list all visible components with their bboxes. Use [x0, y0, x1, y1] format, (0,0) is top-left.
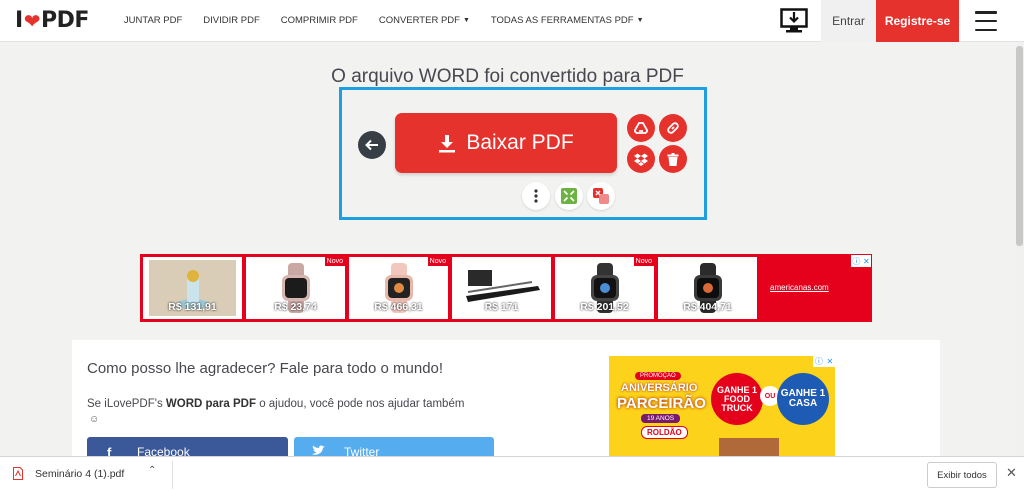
ad-price: R$ 171	[484, 301, 519, 313]
ad-close-icon[interactable]: ✕	[863, 257, 870, 266]
ad-price: R$ 466,31	[374, 301, 423, 313]
ad-choices[interactable]: ⓘ ✕	[851, 255, 871, 267]
ilovepdf-logo[interactable]: I ❤ PDF	[15, 0, 89, 42]
more-vertical-icon	[534, 189, 538, 203]
promo-line-3: PARCEIRÃO	[617, 395, 706, 412]
compress-icon	[561, 188, 577, 204]
nav-todas-ferramentas-label: TODAS AS FERRAMENTAS PDF	[490, 15, 634, 26]
convert-icon	[593, 188, 609, 204]
hamburger-menu-icon[interactable]	[975, 11, 997, 31]
nav-converter-pdf[interactable]: CONVERTER PDF ▼	[379, 15, 470, 26]
ad-price: R$ 201,52	[580, 301, 629, 313]
ad-info-icon[interactable]: ⓘ	[815, 356, 823, 367]
ad-price: R$ 404,71	[683, 301, 732, 313]
promo-title-block: PROMOÇÃO ANIVERSÁRIO PARCEIRÃO 19 ANOS R…	[617, 362, 712, 448]
dropbox-button[interactable]	[627, 145, 655, 173]
promo-line-4: 19 ANOS	[641, 414, 681, 423]
promo-line-2: ANIVERSÁRIO	[621, 382, 698, 394]
chevron-up-icon[interactable]: ⌃	[148, 465, 156, 476]
promo-line-5: ROLDÃO	[641, 426, 688, 439]
ad-info-icon[interactable]: ⓘ	[852, 256, 860, 267]
nav-converter-pdf-label: CONVERTER PDF	[378, 15, 460, 26]
ad-product[interactable]: R$ 404,71	[658, 257, 757, 319]
browser-download-bar: Seminário 4 (1).pdf ⌃ Exibir todos ✕	[0, 456, 1024, 492]
novo-badge: Novo	[633, 257, 654, 266]
back-arrow-button[interactable]	[358, 131, 386, 159]
more-options-button[interactable]	[522, 182, 550, 210]
novo-badge: Novo	[324, 257, 345, 266]
download-icon	[438, 134, 456, 153]
ad-price: R$ 23,74	[274, 301, 317, 313]
pdf-file-icon	[13, 467, 23, 480]
dropbox-icon	[634, 153, 648, 166]
page-title: O arquivo WORD foi convertido para PDF	[331, 66, 684, 87]
ad-product[interactable]: R$ 131,91	[143, 257, 242, 319]
promo-ad[interactable]: PROMOÇÃO ANIVERSÁRIO PARCEIRÃO 19 ANOS R…	[609, 356, 835, 456]
google-drive-icon	[634, 122, 648, 134]
signup-button[interactable]: Registre-se	[876, 0, 959, 42]
nav-comprimir-pdf[interactable]: COMPRIMIR PDF	[281, 15, 358, 26]
convert-pdf-button[interactable]	[587, 182, 615, 210]
share-card-title: Como posso lhe agradecer? Fale para todo…	[87, 360, 444, 377]
ad-close-icon[interactable]: ✕	[826, 357, 833, 366]
scrollbar-thumb[interactable]	[1016, 46, 1023, 246]
ad-product[interactable]: Novo R$ 466,31	[349, 257, 448, 319]
download-pdf-button[interactable]: Baixar PDF	[395, 113, 617, 173]
promo-badge-foodtruck: GANHE 1 FOOD TRUCK	[711, 373, 763, 425]
compress-pdf-button[interactable]	[555, 182, 583, 210]
ad-brand-link[interactable]: americanas.com	[770, 283, 829, 292]
heart-icon: ❤	[23, 8, 41, 33]
ad-product[interactable]: R$ 171	[452, 257, 551, 319]
promo-line-1: PROMOÇÃO	[635, 372, 681, 380]
main-nav: JUNTAR PDF DIVIDIR PDF COMPRIMIR PDF CON…	[124, 15, 665, 26]
ad-product[interactable]: Novo R$ 23,74	[246, 257, 345, 319]
smiley-icon: ☺	[89, 414, 100, 425]
close-icon[interactable]: ✕	[1006, 465, 1017, 481]
promo-badge-casa: GANHE 1 CASA	[777, 373, 829, 425]
share-text-prefix: Se iLovePDF's	[87, 398, 166, 410]
trash-icon	[667, 152, 679, 166]
logo-text-pdf: PDF	[40, 8, 89, 33]
ad-banner[interactable]: R$ 131,91 Novo R$ 23,74 Novo R$ 466,31 R…	[140, 254, 872, 322]
logo-text-i: I	[15, 8, 23, 33]
share-text-suffix: o ajudou, você pode nos ajudar também	[256, 398, 465, 410]
nav-dividir-pdf[interactable]: DIVIDIR PDF	[203, 15, 259, 26]
top-navbar: I ❤ PDF JUNTAR PDF DIVIDIR PDF COMPRIMIR…	[0, 0, 1024, 42]
caret-down-icon: ▼	[462, 17, 470, 24]
delete-button[interactable]	[659, 145, 687, 173]
share-card-text: Se iLovePDF's WORD para PDF o ajudou, vo…	[87, 398, 464, 410]
novo-badge: Novo	[427, 257, 448, 266]
link-icon	[667, 122, 679, 134]
login-button[interactable]: Entrar	[821, 0, 876, 42]
download-pdf-label: Baixar PDF	[466, 131, 574, 154]
caret-down-icon: ▼	[636, 17, 644, 24]
page-scrollbar[interactable]	[1015, 42, 1024, 456]
ad-price: R$ 131,91	[168, 301, 217, 313]
download-item[interactable]: Seminário 4 (1).pdf	[13, 467, 124, 480]
download-file-name: Seminário 4 (1).pdf	[35, 467, 125, 480]
ad-product[interactable]: Novo R$ 201,52	[555, 257, 654, 319]
google-drive-button[interactable]	[627, 114, 655, 142]
nav-juntar-pdf[interactable]: JUNTAR PDF	[124, 15, 182, 26]
promo-house-image	[719, 438, 779, 456]
share-link-button[interactable]	[659, 114, 687, 142]
show-all-downloads-button[interactable]: Exibir todos	[927, 462, 997, 488]
desktop-download-icon[interactable]	[777, 4, 811, 38]
share-text-tool: WORD para PDF	[165, 398, 256, 410]
divider	[172, 461, 173, 489]
nav-todas-ferramentas[interactable]: TODAS AS FERRAMENTAS PDF ▼	[491, 15, 644, 26]
ad-choices-promo[interactable]: ⓘ ✕	[813, 356, 835, 367]
